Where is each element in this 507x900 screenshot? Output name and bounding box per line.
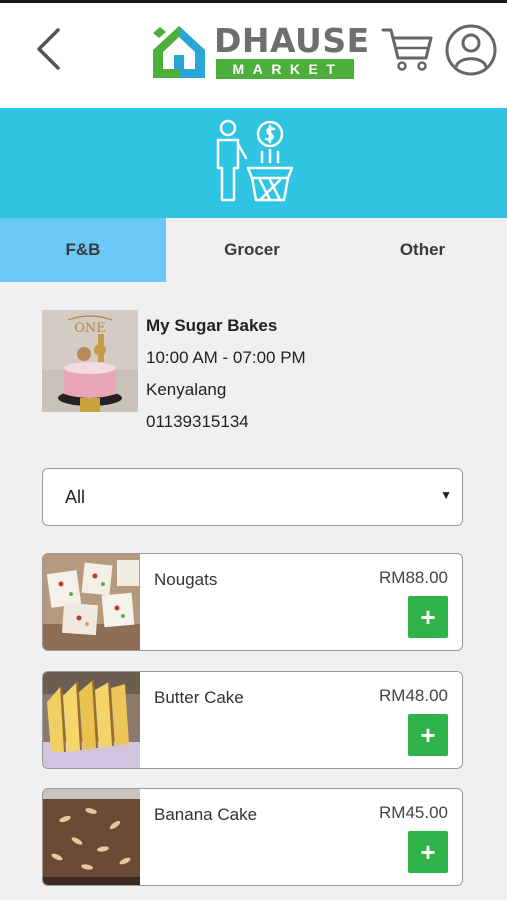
house-logo-icon [153, 26, 205, 78]
add-to-cart-button[interactable]: + [408, 596, 448, 638]
filter-selected-value: All [65, 486, 86, 507]
shop-hours: 10:00 AM - 07:00 PM [146, 348, 306, 367]
shop-location: Kenyalang [146, 380, 227, 399]
product-price: RM45.00 [379, 803, 448, 822]
product-card[interactable]: Butter Cake RM48.00 + [42, 671, 463, 769]
product-card[interactable]: Nougats RM88.00 + [42, 553, 463, 651]
tab-other[interactable]: Other [338, 218, 507, 282]
shop-phone: 01139315134 [146, 412, 249, 431]
product-price: RM48.00 [379, 686, 448, 705]
tab-grocer[interactable]: Grocer [166, 218, 338, 282]
add-to-cart-button[interactable]: + [408, 831, 448, 873]
app-header: DHAUSE MARKET [0, 3, 507, 108]
svg-text:ONE: ONE [74, 321, 106, 336]
product-price: RM88.00 [379, 568, 448, 587]
tab-fnb[interactable]: F&B [0, 218, 166, 282]
product-name: Butter Cake [154, 688, 244, 707]
back-button[interactable] [30, 25, 66, 73]
shop-info: My Sugar Bakes 10:00 AM - 07:00 PM Kenya… [146, 314, 306, 434]
shop-image: ONE [42, 310, 138, 412]
category-banner [0, 108, 507, 218]
chevron-left-icon [37, 28, 60, 70]
product-image [43, 672, 140, 768]
product-name: Banana Cake [154, 805, 258, 824]
add-to-cart-button[interactable]: + [408, 714, 448, 756]
product-name: Nougats [154, 570, 218, 589]
brand-title: DHAUSE [214, 21, 370, 60]
user-circle-icon[interactable] [444, 23, 498, 77]
brand-logo[interactable]: DHAUSE MARKET [150, 23, 369, 81]
product-image [43, 554, 140, 650]
cart-icon[interactable] [380, 25, 434, 73]
category-filter-select[interactable]: All ▼ [42, 468, 463, 526]
category-tabs: F&B Grocer Other [0, 218, 507, 282]
caret-down-icon: ▼ [440, 488, 452, 502]
shop-name: My Sugar Bakes [146, 316, 278, 335]
product-image [43, 789, 140, 885]
shopper-basket-icon [216, 119, 294, 202]
shop-card: ONE My Sugar Bakes 10:00 AM - 07:00 PM K… [42, 310, 472, 440]
product-card[interactable]: Banana Cake RM45.00 + [42, 788, 463, 886]
brand-subtitle: MARKET [216, 59, 354, 79]
